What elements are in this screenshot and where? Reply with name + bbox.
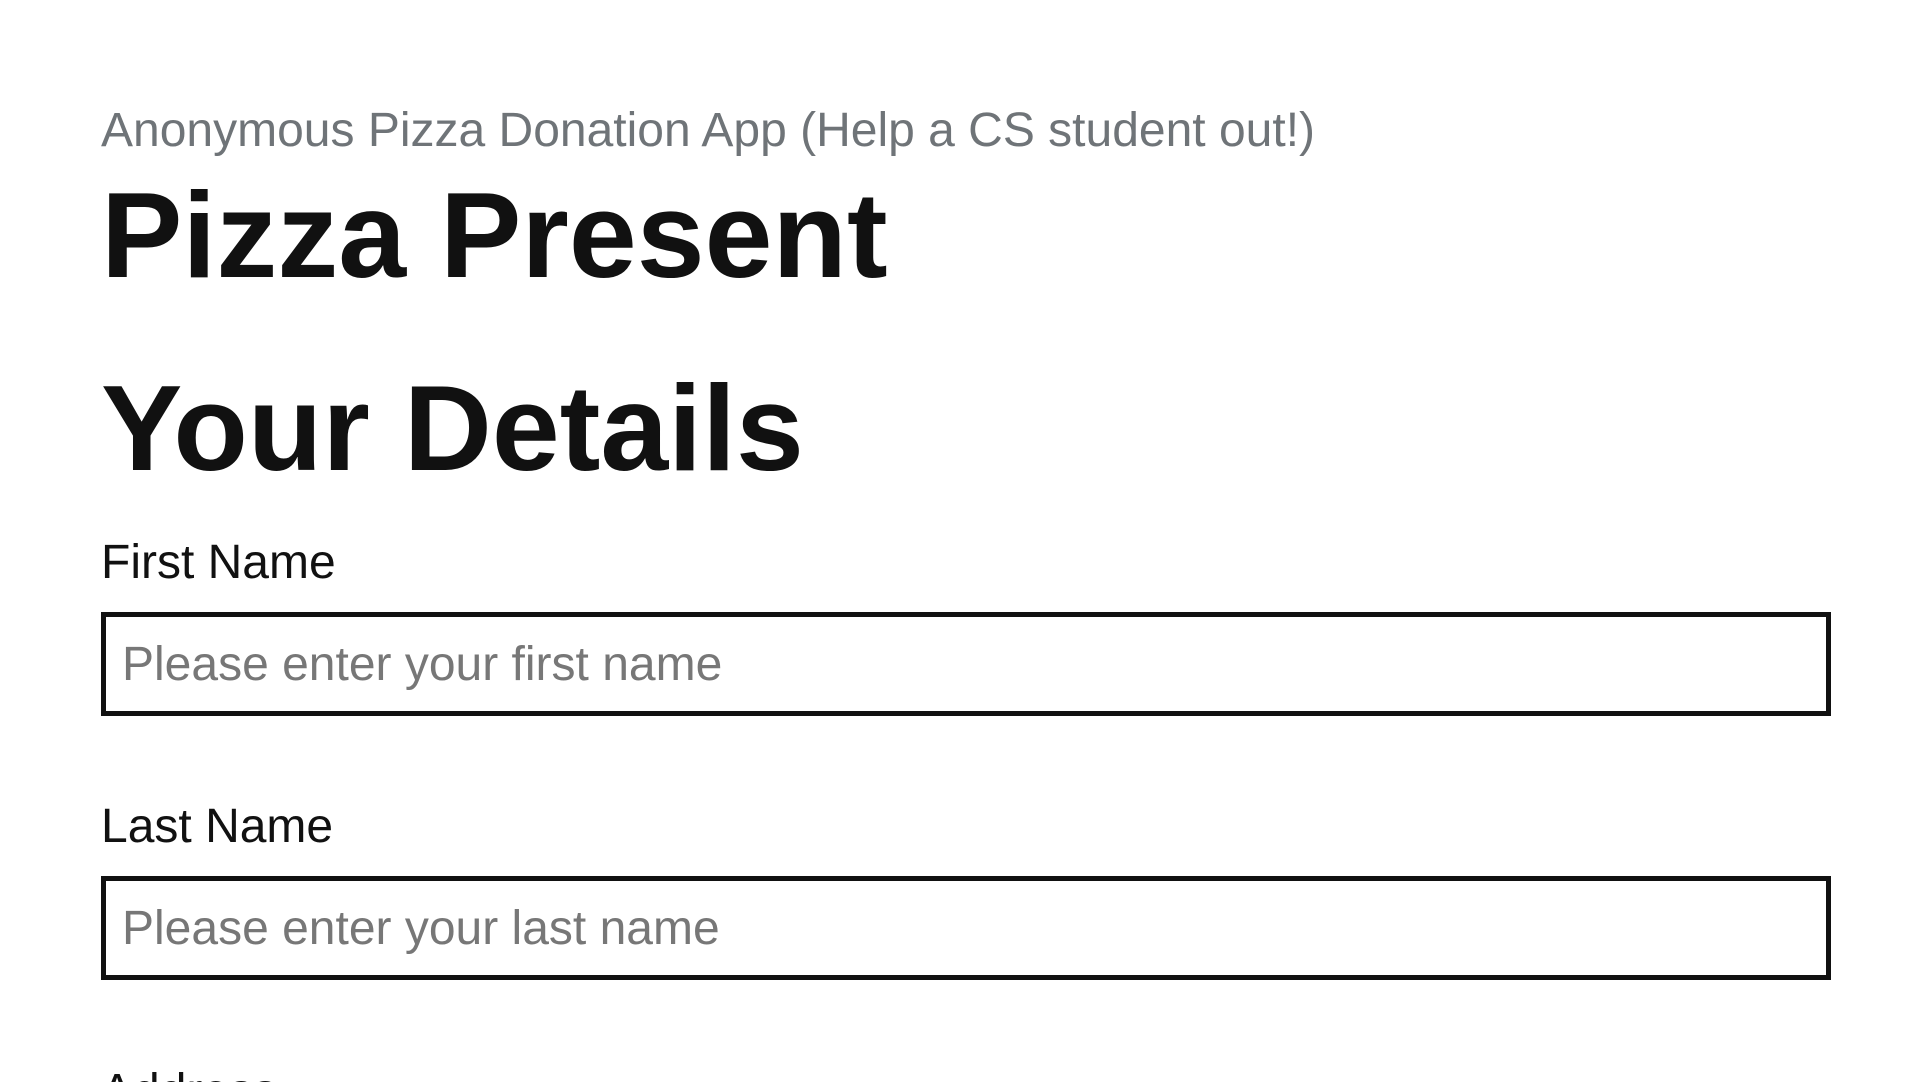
first-name-input[interactable]: [101, 612, 1831, 716]
last-name-input[interactable]: [101, 876, 1831, 980]
last-name-label: Last Name: [101, 800, 334, 853]
app-tagline: Anonymous Pizza Donation App (Help a CS …: [101, 104, 1316, 157]
first-name-label: First Name: [101, 536, 336, 589]
section-title: Your Details: [101, 360, 804, 496]
address-label: Address: [101, 1063, 277, 1082]
page: Anonymous Pizza Donation App (Help a CS …: [0, 0, 1922, 1082]
app-title: Pizza Present: [101, 167, 888, 303]
